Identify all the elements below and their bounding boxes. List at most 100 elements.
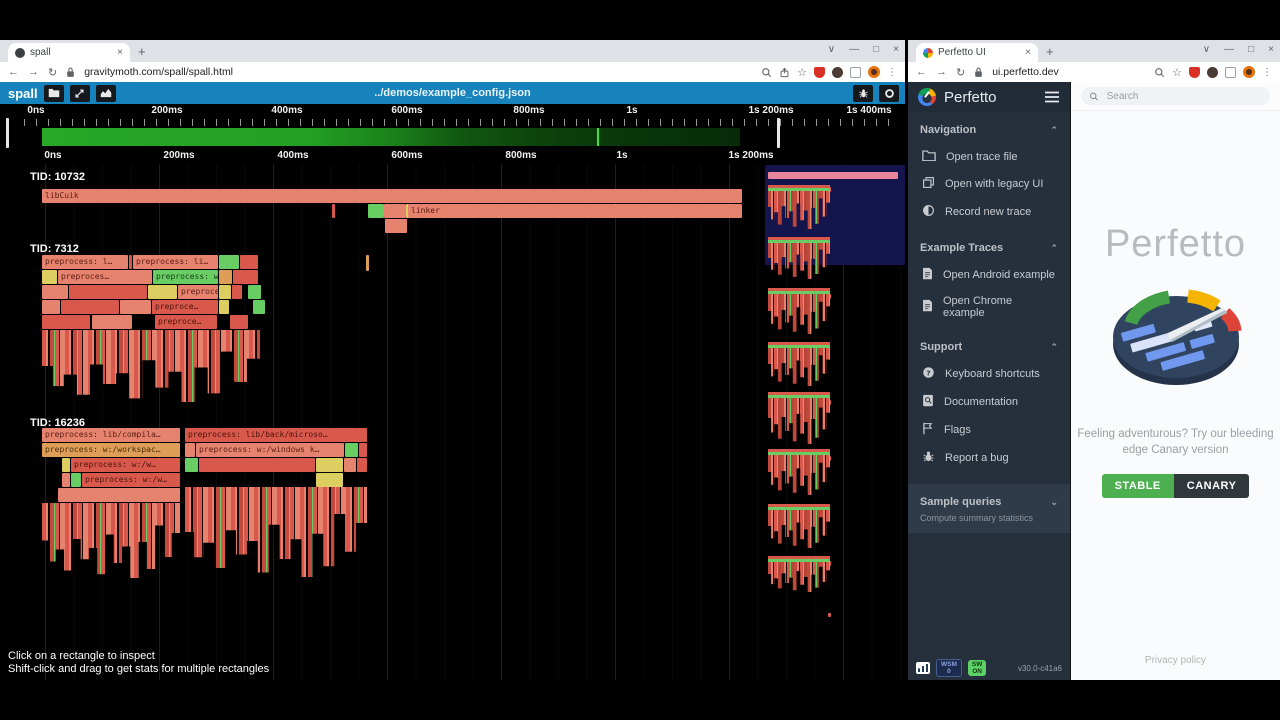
tab-close-icon[interactable]: × — [117, 47, 123, 58]
chevron-up-icon[interactable]: ⌃ — [1050, 243, 1058, 254]
trace-span[interactable] — [120, 300, 151, 314]
zoom-icon[interactable] — [1154, 67, 1165, 78]
section-title-row[interactable]: Support⌃ — [920, 335, 1058, 360]
trace-span[interactable] — [219, 300, 229, 314]
bookmark-star-icon[interactable]: ☆ — [1172, 66, 1182, 79]
hamburger-menu-icon[interactable] — [1044, 91, 1060, 103]
trace-span[interactable] — [148, 285, 177, 299]
forward-icon[interactable]: → — [936, 66, 947, 78]
tab-spall[interactable]: spall × — [8, 43, 130, 62]
settings-button[interactable] — [879, 85, 899, 102]
trace-span[interactable] — [768, 172, 898, 179]
trace-span[interactable]: preprocess: w:/w… — [82, 473, 180, 487]
maximize-icon[interactable]: □ — [1248, 42, 1254, 58]
trace-span[interactable]: preproce… — [155, 315, 217, 329]
sidebar-item-report-a-bug[interactable]: Report a bug — [920, 444, 1058, 472]
trace-span[interactable] — [777, 118, 780, 148]
chevron-up-icon[interactable]: ⌃ — [1050, 342, 1058, 353]
url-text[interactable]: ui.perfetto.dev — [992, 66, 1059, 78]
browser-menu-icon[interactable]: ⋮ — [887, 67, 897, 78]
sidebar-item-record-new-trace[interactable]: Record new trace — [920, 198, 1058, 226]
trace-span[interactable] — [332, 204, 335, 218]
trace-span[interactable] — [366, 255, 369, 271]
profile-avatar[interactable] — [868, 66, 880, 78]
share-icon[interactable] — [779, 67, 790, 78]
trace-span[interactable]: preprocess: lib/compila… — [42, 428, 180, 442]
section-title-row[interactable]: Sample queries⌄ — [920, 490, 1058, 515]
trace-span[interactable] — [368, 204, 384, 218]
sidebar-item-keyboard-shortcuts[interactable]: ?Keyboard shortcuts — [920, 360, 1058, 388]
trace-span[interactable] — [233, 270, 258, 284]
trace-span[interactable] — [385, 219, 407, 233]
trace-span[interactable]: preprocess: w:… — [153, 270, 218, 284]
trace-span[interactable] — [199, 458, 315, 472]
section-title-row[interactable]: Example Traces⌃ — [920, 236, 1058, 261]
trace-span[interactable]: preprocess: w:/workspac… — [42, 443, 180, 457]
trace-span[interactable] — [69, 285, 147, 299]
extension-icon[interactable] — [832, 67, 843, 78]
canary-button[interactable]: CANARY — [1174, 474, 1250, 498]
trace-span[interactable] — [219, 255, 239, 269]
trace-span[interactable] — [61, 300, 119, 314]
scale-button[interactable] — [70, 85, 90, 102]
stats-widget-icon[interactable] — [916, 662, 930, 674]
trace-span[interactable] — [185, 443, 195, 457]
trace-span[interactable]: preprocess: lib/back/microso… — [185, 428, 367, 442]
trace-span[interactable] — [384, 204, 406, 218]
trace-span[interactable]: preproces… — [58, 270, 152, 284]
new-tab-button[interactable]: + — [1046, 44, 1054, 59]
trace-span[interactable]: preprocess: li… — [133, 255, 218, 269]
bookmark-star-icon[interactable]: ☆ — [797, 66, 807, 79]
chevron-up-icon[interactable]: ⌃ — [1050, 125, 1058, 136]
trace-span[interactable] — [232, 285, 242, 299]
stable-button[interactable]: STABLE — [1102, 474, 1174, 498]
open-file-button[interactable] — [44, 85, 64, 102]
search-input[interactable] — [1105, 90, 1262, 103]
trace-span[interactable] — [344, 458, 356, 472]
stats-button[interactable] — [96, 85, 116, 102]
trace-span[interactable] — [316, 458, 343, 472]
close-icon[interactable]: × — [1268, 42, 1274, 58]
privacy-policy-link[interactable]: Privacy policy — [1071, 655, 1280, 666]
trace-span[interactable]: libCuik — [42, 189, 742, 203]
trace-span[interactable]: preprocess: w:/w… — [71, 458, 180, 472]
tab-close-icon[interactable]: × — [1025, 47, 1031, 58]
back-icon[interactable]: ← — [8, 66, 19, 78]
sidebar-item-open-chrome-example[interactable]: Open Chrome example — [920, 289, 1058, 325]
trace-span[interactable] — [129, 255, 132, 269]
forward-icon[interactable]: → — [28, 66, 39, 78]
trace-span[interactable] — [58, 488, 180, 502]
trace-span[interactable]: linker — [408, 204, 742, 218]
trace-span[interactable] — [316, 473, 343, 487]
reload-icon[interactable]: ↻ — [956, 66, 965, 79]
reload-icon[interactable]: ↻ — [48, 66, 57, 79]
trace-span[interactable] — [185, 458, 198, 472]
extension-pin-icon[interactable] — [1207, 67, 1218, 78]
extension-shield-icon[interactable] — [1189, 67, 1200, 78]
search-box[interactable] — [1081, 87, 1270, 105]
minimize-icon[interactable]: — — [849, 42, 859, 58]
trace-span[interactable] — [345, 443, 358, 457]
trace-span[interactable]: preprocess: w:/windows k… — [196, 443, 344, 457]
sidebar-item-documentation[interactable]: Documentation — [920, 388, 1058, 416]
trace-span[interactable] — [6, 118, 9, 148]
trace-canvas[interactable]: Click on a rectangle to inspect Shift-cl… — [0, 104, 905, 680]
minimize-icon[interactable]: — — [1224, 42, 1234, 58]
side-panel-icon[interactable] — [850, 67, 861, 78]
trace-span[interactable] — [92, 315, 132, 329]
trace-span[interactable] — [219, 270, 232, 284]
profile-avatar[interactable] — [1243, 66, 1255, 78]
sidebar-item-open-android-example[interactable]: Open Android example — [920, 261, 1058, 289]
back-icon[interactable]: ← — [916, 66, 927, 78]
chevron-down-icon[interactable]: ⌄ — [1050, 497, 1058, 508]
trace-span[interactable] — [253, 300, 265, 314]
trace-span[interactable] — [62, 458, 70, 472]
url-text[interactable]: gravitymoth.com/spall/spall.html — [84, 66, 233, 78]
window-menu-icon[interactable]: ∨ — [1203, 42, 1210, 58]
tab-perfetto[interactable]: Perfetto UI × — [916, 43, 1038, 62]
trace-span[interactable] — [359, 443, 367, 457]
trace-span[interactable] — [62, 473, 70, 487]
trace-span[interactable] — [42, 285, 68, 299]
trace-span[interactable]: preproce… — [178, 285, 218, 299]
close-icon[interactable]: × — [893, 42, 899, 58]
